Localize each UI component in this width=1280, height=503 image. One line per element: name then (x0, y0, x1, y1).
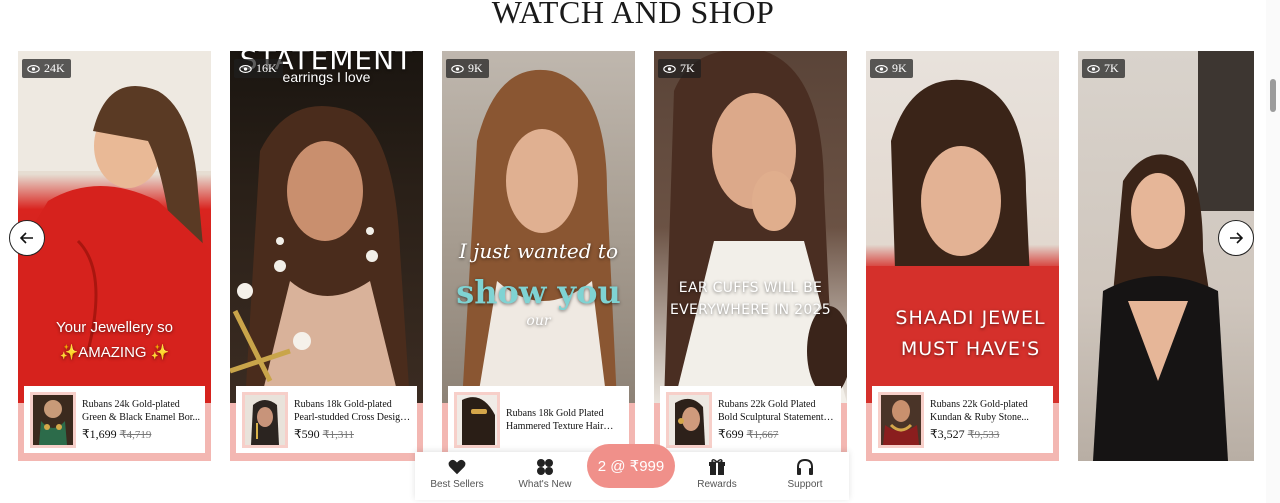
nav-label: Rewards (697, 479, 737, 490)
product-prices: ₹699 ₹1,667 (718, 427, 837, 442)
product-name[interactable]: Rubans 18k Gold-plated Pearl-studded Cro… (294, 398, 413, 424)
video-card[interactable]: SHAADI JEWEL MUST HAVE'S 9K Rubans 22k G… (866, 51, 1059, 461)
eye-icon (875, 64, 888, 73)
video-card[interactable]: Your Jewellery so ✨AMAZING ✨ 24K Rubans … (18, 51, 211, 461)
product-thumbnail[interactable] (666, 391, 712, 448)
product-name[interactable]: Rubans 22k Gold-plated Kundan & Ruby Sto… (930, 398, 1049, 424)
view-count-badge: 7K (1082, 59, 1125, 78)
gift-icon (709, 459, 725, 475)
product-name[interactable]: Rubans 18k Gold Plated Hammered Texture … (506, 407, 625, 433)
view-count: 7K (680, 61, 695, 75)
product-name[interactable]: Rubans 24k Gold-plated Green & Black Ena… (82, 398, 201, 424)
product-thumbnail[interactable] (30, 391, 76, 448)
video-thumbnail[interactable]: EAR CUFFS WILL BE EVERYWHERE IN 2025 (654, 51, 847, 403)
old-price: ₹1,311 (322, 428, 354, 441)
nav-rewards[interactable]: Rewards (682, 458, 752, 490)
view-count: 16K (256, 61, 277, 75)
product-prices: ₹1,699 ₹4,719 (82, 427, 201, 442)
price: ₹3,527 (930, 426, 965, 441)
nav-label: What's New (518, 479, 572, 490)
caption-line: EVERYWHERE IN 2025 (670, 302, 831, 318)
product-card[interactable]: Rubans 18k Gold Plated Hammered Texture … (448, 386, 629, 453)
product-thumbnail[interactable] (242, 391, 288, 448)
video-thumbnail[interactable] (1078, 51, 1254, 461)
person-illustration (664, 51, 847, 403)
nav-whats-new[interactable]: What's New (510, 458, 580, 490)
video-card[interactable]: EAR CUFFS WILL BE EVERYWHERE IN 2025 7K … (654, 51, 847, 461)
nav-label: Support (787, 479, 823, 490)
eye-icon (27, 64, 40, 73)
view-count: 9K (468, 61, 483, 75)
view-count: 9K (892, 61, 907, 75)
arrow-left-icon (20, 232, 33, 244)
grid-dots-icon (537, 459, 553, 475)
old-price: ₹4,719 (119, 428, 152, 441)
video-thumbnail[interactable]: SHAADI JEWEL MUST HAVE'S (866, 51, 1059, 403)
price: ₹699 (718, 426, 744, 441)
video-thumbnail[interactable]: Your Jewellery so ✨AMAZING ✨ (18, 51, 211, 403)
carousel-prev-button[interactable] (9, 220, 45, 256)
video-thumbnail[interactable]: STATEMENT earrings I love (230, 51, 423, 403)
video-thumbnail[interactable]: I just wanted to show you our (442, 51, 635, 403)
video-caption: EAR CUFFS WILL BE EVERYWHERE IN 2025 (654, 277, 847, 321)
video-card[interactable]: I just wanted to show you our 9K Rubans … (442, 51, 635, 461)
nav-label: Best Sellers (430, 479, 484, 490)
eye-icon (239, 64, 252, 73)
caption-line: SHAADI JEWEL (895, 307, 1046, 329)
price: ₹1,699 (82, 426, 117, 441)
caption-line: MUST HAVE'S (900, 338, 1041, 360)
section-title: WATCH AND SHOP (491, 0, 775, 30)
view-count-badge: 24K (22, 59, 71, 78)
person-illustration (1093, 51, 1254, 461)
video-card[interactable]: STATEMENT earrings I love 16K Rubans 18k… (230, 51, 423, 461)
caption-line: Your Jewellery so (55, 319, 173, 336)
product-info: Rubans 22k Gold-plated Kundan & Ruby Sto… (930, 398, 1049, 442)
page-scrollbar[interactable] (1266, 0, 1280, 503)
video-caption: Your Jewellery so ✨AMAZING ✨ (18, 315, 211, 365)
person-illustration (462, 69, 617, 403)
view-count: 7K (1104, 61, 1119, 75)
product-info: Rubans 24k Gold-plated Green & Black Ena… (82, 398, 201, 442)
product-info: Rubans 18k Gold-plated Pearl-studded Cro… (294, 398, 413, 442)
headphones-icon (797, 458, 813, 475)
caption-line: ✨AMAZING ✨ (59, 344, 170, 361)
old-price: ₹9,533 (967, 428, 1000, 441)
view-count-badge: 9K (446, 59, 489, 78)
product-prices: ₹590 ₹1,311 (294, 427, 413, 442)
product-thumbnail[interactable] (454, 391, 500, 448)
arrow-right-icon (1230, 232, 1243, 244)
product-card[interactable]: Rubans 24k Gold-plated Green & Black Ena… (24, 386, 205, 453)
eye-icon (1087, 64, 1100, 73)
view-count-badge: 16K (234, 59, 283, 78)
product-thumbnail[interactable] (878, 391, 924, 448)
product-card[interactable]: Rubans 22k Gold-plated Kundan & Ruby Sto… (872, 386, 1053, 453)
product-info: Rubans 22k Gold Plated Bold Sculptural S… (718, 398, 837, 442)
scrollbar-thumb[interactable] (1270, 79, 1276, 112)
view-count: 24K (44, 61, 65, 75)
product-name[interactable]: Rubans 22k Gold Plated Bold Sculptural S… (718, 398, 837, 424)
nav-best-sellers[interactable]: Best Sellers (422, 458, 492, 490)
person-illustration (230, 106, 410, 403)
video-card[interactable]: 7K (1078, 51, 1254, 461)
product-prices: ₹3,527 ₹9,533 (930, 427, 1049, 442)
product-info: Rubans 18k Gold Plated Hammered Texture … (506, 407, 625, 433)
nav-support[interactable]: Support (770, 458, 840, 490)
caption-line: I just wanted to (458, 239, 619, 263)
caption-line: EAR CUFFS WILL BE (678, 280, 823, 296)
video-caption: SHAADI JEWEL MUST HAVE'S (866, 303, 1059, 365)
view-count-badge: 9K (870, 59, 913, 78)
eye-icon (451, 64, 464, 73)
product-card[interactable]: Rubans 22k Gold Plated Bold Sculptural S… (660, 386, 841, 453)
heart-icon (448, 459, 466, 475)
eye-icon (663, 64, 676, 73)
promo-offer-button[interactable]: 2 @ ₹999 (587, 444, 675, 488)
price: ₹590 (294, 426, 320, 441)
view-count-badge: 7K (658, 59, 701, 78)
carousel-next-button[interactable] (1218, 220, 1254, 256)
old-price: ₹1,667 (746, 428, 779, 441)
product-card[interactable]: Rubans 18k Gold-plated Pearl-studded Cro… (236, 386, 417, 453)
caption-line: our (526, 313, 551, 329)
caption-line: show you (456, 273, 621, 311)
